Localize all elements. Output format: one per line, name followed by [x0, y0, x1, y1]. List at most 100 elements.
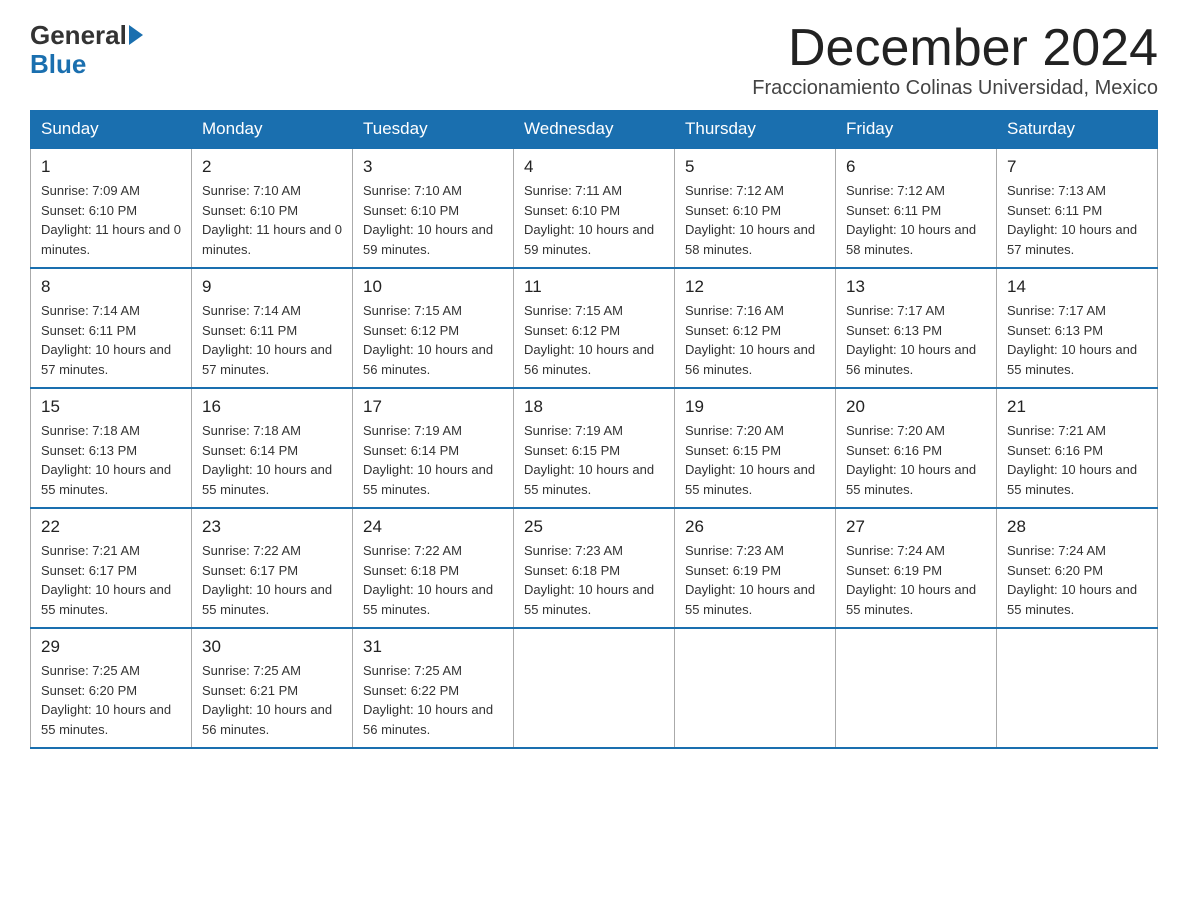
calendar-cell: 3Sunrise: 7:10 AMSunset: 6:10 PMDaylight… [353, 148, 514, 268]
calendar-cell: 15 Sunrise: 7:18 AMSunset: 6:13 PMDayligh… [31, 388, 192, 508]
calendar-cell: 12 Sunrise: 7:16 AMSunset: 6:12 PMDayligh… [675, 268, 836, 388]
day-info: Sunrise: 7:19 AMSunset: 6:15 PMDaylight:… [524, 421, 664, 499]
calendar-cell: 2 Sunrise: 7:10 AMSunset: 6:10 PMDaylight… [192, 148, 353, 268]
calendar-cell: 5 Sunrise: 7:12 AMSunset: 6:10 PMDaylight… [675, 148, 836, 268]
day-number: 18 [524, 397, 664, 417]
day-number: 31 [363, 637, 503, 657]
day-number: 11 [524, 277, 664, 297]
day-info: Sunrise: 7:20 AMSunset: 6:15 PMDaylight:… [685, 421, 825, 499]
day-number: 17 [363, 397, 503, 417]
day-number: 7 [1007, 157, 1147, 177]
day-number: 12 [685, 277, 825, 297]
day-number: 20 [846, 397, 986, 417]
day-number: 30 [202, 637, 342, 657]
calendar-cell [997, 628, 1158, 748]
calendar-cell: 20 Sunrise: 7:20 AMSunset: 6:16 PMDayligh… [836, 388, 997, 508]
day-info: Sunrise: 7:24 AMSunset: 6:19 PMDaylight:… [846, 541, 986, 619]
day-number: 5 [685, 157, 825, 177]
month-title: December 2024 [752, 20, 1158, 77]
day-info: Sunrise: 7:25 AMSunset: 6:22 PMDaylight:… [363, 661, 503, 739]
calendar-cell: 30 Sunrise: 7:25 AMSunset: 6:21 PMDayligh… [192, 628, 353, 748]
day-number: 8 [41, 277, 181, 297]
day-info: Sunrise: 7:17 AMSunset: 6:13 PMDaylight:… [846, 301, 986, 379]
day-info: Sunrise: 7:25 AMSunset: 6:20 PMDaylight:… [41, 661, 181, 739]
calendar-cell [836, 628, 997, 748]
day-info: Sunrise: 7:10 AMSunset: 6:10 PMDaylight:… [202, 181, 342, 259]
logo-blue-text: Blue [30, 51, 143, 77]
day-info: Sunrise: 7:17 AMSunset: 6:13 PMDaylight:… [1007, 301, 1147, 379]
day-info: Sunrise: 7:20 AMSunset: 6:16 PMDaylight:… [846, 421, 986, 499]
day-info: Sunrise: 7:22 AMSunset: 6:17 PMDaylight:… [202, 541, 342, 619]
days-header-row: Sunday Monday Tuesday Wednesday Thursday… [31, 111, 1158, 149]
day-info: Sunrise: 7:25 AMSunset: 6:21 PMDaylight:… [202, 661, 342, 739]
day-number: 19 [685, 397, 825, 417]
title-block: December 2024 Fraccionamiento Colinas Un… [752, 20, 1158, 100]
calendar-week-row: 29Sunrise: 7:25 AMSunset: 6:20 PMDayligh… [31, 628, 1158, 748]
day-number: 27 [846, 517, 986, 537]
logo-arrow-icon [129, 25, 143, 45]
day-number: 3 [363, 157, 503, 177]
day-info: Sunrise: 7:13 AMSunset: 6:11 PMDaylight:… [1007, 181, 1147, 259]
day-number: 24 [363, 517, 503, 537]
logo: General Blue [30, 20, 143, 77]
calendar-cell: 9 Sunrise: 7:14 AMSunset: 6:11 PMDaylight… [192, 268, 353, 388]
day-number: 1 [41, 157, 181, 177]
calendar-cell: 24 Sunrise: 7:22 AMSunset: 6:18 PMDayligh… [353, 508, 514, 628]
day-number: 28 [1007, 517, 1147, 537]
header-friday: Friday [836, 111, 997, 149]
day-info: Sunrise: 7:19 AMSunset: 6:14 PMDaylight:… [363, 421, 503, 499]
logo-general-text: General [30, 20, 127, 51]
day-info: Sunrise: 7:15 AMSunset: 6:12 PMDaylight:… [363, 301, 503, 379]
calendar-cell: 18 Sunrise: 7:19 AMSunset: 6:15 PMDayligh… [514, 388, 675, 508]
location-subtitle: Fraccionamiento Colinas Universidad, Mex… [752, 77, 1158, 100]
calendar-cell: 17 Sunrise: 7:19 AMSunset: 6:14 PMDayligh… [353, 388, 514, 508]
header-thursday: Thursday [675, 111, 836, 149]
day-info: Sunrise: 7:12 AMSunset: 6:11 PMDaylight:… [846, 181, 986, 259]
day-number: 21 [1007, 397, 1147, 417]
day-number: 25 [524, 517, 664, 537]
day-info: Sunrise: 7:11 AMSunset: 6:10 PMDaylight:… [524, 181, 664, 259]
day-number: 15 [41, 397, 181, 417]
calendar-cell: 26 Sunrise: 7:23 AMSunset: 6:19 PMDayligh… [675, 508, 836, 628]
day-info: Sunrise: 7:22 AMSunset: 6:18 PMDaylight:… [363, 541, 503, 619]
day-number: 23 [202, 517, 342, 537]
calendar-cell: 22Sunrise: 7:21 AMSunset: 6:17 PMDayligh… [31, 508, 192, 628]
day-number: 10 [363, 277, 503, 297]
calendar-cell: 27 Sunrise: 7:24 AMSunset: 6:19 PMDayligh… [836, 508, 997, 628]
header-sunday: Sunday [31, 111, 192, 149]
calendar-week-row: 22Sunrise: 7:21 AMSunset: 6:17 PMDayligh… [31, 508, 1158, 628]
day-info: Sunrise: 7:18 AMSunset: 6:13 PMDaylight:… [41, 421, 181, 499]
day-info: Sunrise: 7:18 AMSunset: 6:14 PMDaylight:… [202, 421, 342, 499]
calendar-cell: 29Sunrise: 7:25 AMSunset: 6:20 PMDayligh… [31, 628, 192, 748]
day-info: Sunrise: 7:21 AMSunset: 6:16 PMDaylight:… [1007, 421, 1147, 499]
calendar-week-row: 15 Sunrise: 7:18 AMSunset: 6:13 PMDayligh… [31, 388, 1158, 508]
calendar-cell: 19 Sunrise: 7:20 AMSunset: 6:15 PMDayligh… [675, 388, 836, 508]
calendar-cell: 16 Sunrise: 7:18 AMSunset: 6:14 PMDayligh… [192, 388, 353, 508]
day-info: Sunrise: 7:23 AMSunset: 6:19 PMDaylight:… [685, 541, 825, 619]
day-number: 6 [846, 157, 986, 177]
day-info: Sunrise: 7:12 AMSunset: 6:10 PMDaylight:… [685, 181, 825, 259]
day-number: 2 [202, 157, 342, 177]
calendar-cell: 28Sunrise: 7:24 AMSunset: 6:20 PMDayligh… [997, 508, 1158, 628]
calendar-cell: 21 Sunrise: 7:21 AMSunset: 6:16 PMDayligh… [997, 388, 1158, 508]
day-info: Sunrise: 7:14 AMSunset: 6:11 PMDaylight:… [202, 301, 342, 379]
calendar-cell: 1Sunrise: 7:09 AMSunset: 6:10 PMDaylight… [31, 148, 192, 268]
calendar-cell: 25Sunrise: 7:23 AMSunset: 6:18 PMDayligh… [514, 508, 675, 628]
day-info: Sunrise: 7:14 AMSunset: 6:11 PMDaylight:… [41, 301, 181, 379]
day-info: Sunrise: 7:15 AMSunset: 6:12 PMDaylight:… [524, 301, 664, 379]
calendar-cell: 7 Sunrise: 7:13 AMSunset: 6:11 PMDaylight… [997, 148, 1158, 268]
calendar-cell [675, 628, 836, 748]
day-number: 16 [202, 397, 342, 417]
calendar-cell: 6 Sunrise: 7:12 AMSunset: 6:11 PMDaylight… [836, 148, 997, 268]
calendar-cell: 10 Sunrise: 7:15 AMSunset: 6:12 PMDayligh… [353, 268, 514, 388]
calendar-cell: 14Sunrise: 7:17 AMSunset: 6:13 PMDayligh… [997, 268, 1158, 388]
day-number: 4 [524, 157, 664, 177]
header-tuesday: Tuesday [353, 111, 514, 149]
header-saturday: Saturday [997, 111, 1158, 149]
day-number: 9 [202, 277, 342, 297]
calendar-cell: 8 Sunrise: 7:14 AMSunset: 6:11 PMDaylight… [31, 268, 192, 388]
day-number: 26 [685, 517, 825, 537]
day-info: Sunrise: 7:16 AMSunset: 6:12 PMDaylight:… [685, 301, 825, 379]
calendar-cell: 23 Sunrise: 7:22 AMSunset: 6:17 PMDayligh… [192, 508, 353, 628]
calendar-week-row: 8 Sunrise: 7:14 AMSunset: 6:11 PMDaylight… [31, 268, 1158, 388]
